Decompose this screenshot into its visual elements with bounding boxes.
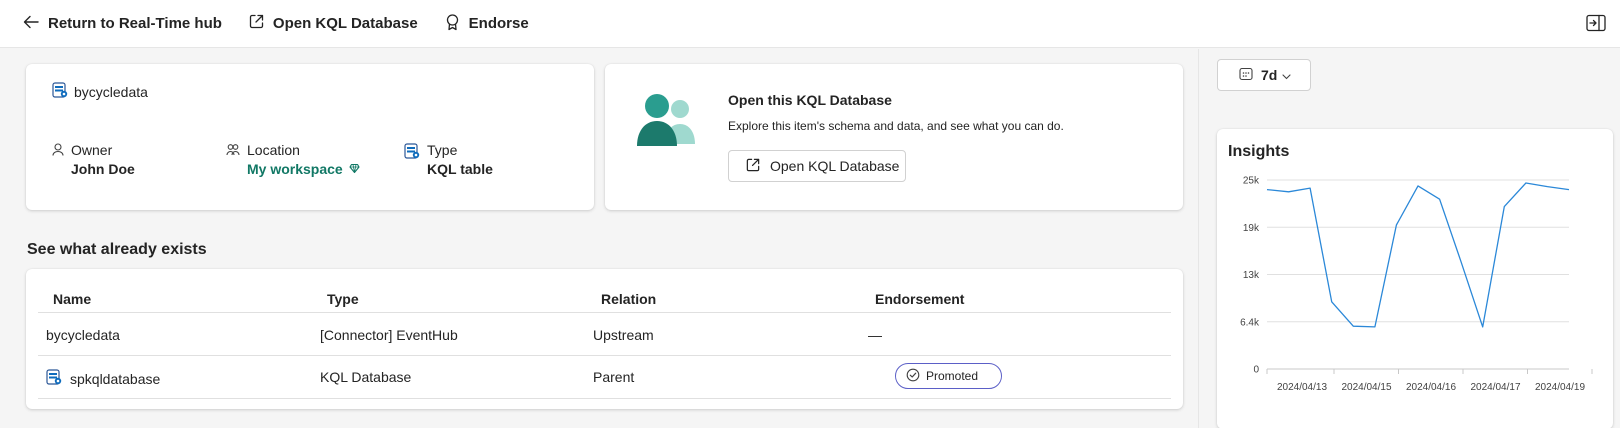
time-range-value: 7d <box>1261 67 1278 83</box>
owner-property: Owner John Doe <box>52 142 135 177</box>
promoted-badge: Promoted <box>895 363 1002 389</box>
row-divider <box>38 355 1171 356</box>
column-header-endorsement[interactable]: Endorsement <box>875 291 964 307</box>
location-link[interactable]: My workspace <box>247 161 360 177</box>
owner-value: John Doe <box>71 161 135 177</box>
row-relation: Upstream <box>593 327 654 343</box>
item-info-card: bycycledata Owner John Doe Location My w… <box>26 64 594 210</box>
x-tick-label: 2024/04/17 <box>1470 382 1520 393</box>
check-badge-icon <box>906 368 926 385</box>
open-kql-database-card-button[interactable]: Open KQL Database <box>728 150 906 182</box>
row-name-cell: spkqldatabase <box>46 369 160 388</box>
column-header-type[interactable]: Type <box>327 291 359 307</box>
existing-section-title: See what already exists <box>27 241 207 258</box>
insights-card: Insights 0 6.4k 13k 19k 25k 2024/04/13 2024/04… <box>1217 129 1613 428</box>
command-bar: Return to Real-Time hub Open KQL Databas… <box>0 0 1620 48</box>
open-kql-database-card-label: Open KQL Database <box>770 158 900 174</box>
row-endorsement: — <box>868 327 882 343</box>
promoted-label: Promoted <box>926 369 979 383</box>
open-database-card: Open this KQL Database Explore this item… <box>605 64 1183 210</box>
ribbon-icon <box>444 13 469 35</box>
row-type: KQL Database <box>320 369 412 385</box>
diamond-icon <box>349 161 360 177</box>
time-range-dropdown[interactable]: 7d <box>1217 59 1311 91</box>
insights-pane: 7d Insights 0 6.4k 13k 19k 25k 2024/04/13 2024… <box>1198 49 1620 428</box>
y-tick-label: 6.4k <box>1240 317 1260 328</box>
owner-label: Owner <box>71 142 113 158</box>
y-tick-label: 0 <box>1253 365 1259 376</box>
y-tick-label: 13k <box>1243 270 1260 281</box>
location-label: Location <box>247 142 300 158</box>
open-card-description: Explore this item's schema and data, and… <box>728 119 1064 133</box>
details-pane: bycycledata Owner John Doe Location My w… <box>0 49 1198 428</box>
people-illustration-icon <box>635 92 701 153</box>
series-line <box>1266 182 1570 328</box>
type-property: Type KQL table <box>404 142 493 177</box>
location-property: Location My workspace <box>226 142 360 177</box>
return-to-hub-label: Return to Real-Time hub <box>48 15 222 32</box>
y-tick-label: 25k <box>1243 176 1260 187</box>
x-tick-label: 2024/04/19 <box>1535 382 1585 393</box>
kql-table-icon <box>404 143 420 177</box>
x-tick-label: 2024/04/13 <box>1277 382 1327 393</box>
row-type: [Connector] EventHub <box>320 327 458 343</box>
chevron-down-icon <box>1282 67 1291 83</box>
insights-line-chart: 0 6.4k 13k 19k 25k 2024/04/13 2024/04/15 2024/0… <box>1240 176 1593 393</box>
y-tick-label: 19k <box>1243 223 1260 234</box>
endorse-label: Endorse <box>468 15 529 32</box>
item-title: bycycledata <box>52 82 148 101</box>
panel-collapse-icon <box>1586 14 1606 35</box>
row-relation: Parent <box>593 369 635 385</box>
return-to-hub-button[interactable]: Return to Real-Time hub <box>22 13 222 35</box>
open-kql-database-button[interactable]: Open KQL Database <box>248 13 418 34</box>
header-divider <box>38 312 1171 313</box>
item-name: bycycledata <box>74 83 148 100</box>
row-divider <box>38 398 1171 399</box>
type-value: KQL table <box>427 161 493 177</box>
column-header-relation[interactable]: Relation <box>601 291 656 307</box>
row-name: spkqldatabase <box>70 370 161 387</box>
person-icon <box>52 143 64 177</box>
open-external-icon <box>248 13 273 34</box>
open-kql-database-label: Open KQL Database <box>272 15 418 32</box>
workspace-icon <box>226 143 240 177</box>
kql-table-icon <box>52 82 74 101</box>
back-arrow-icon <box>22 13 48 35</box>
column-header-name[interactable]: Name <box>53 291 91 307</box>
open-external-icon <box>745 157 770 176</box>
endorse-button[interactable]: Endorse <box>444 13 529 35</box>
row-name: bycycledata <box>46 327 120 343</box>
location-value: My workspace <box>247 161 343 177</box>
type-label: Type <box>427 142 458 158</box>
existing-items-table: Name Type Relation Endorsement bycycleda… <box>26 269 1183 409</box>
x-tick-label: 2024/04/16 <box>1406 382 1456 393</box>
x-tick-label: 2024/04/15 <box>1341 382 1391 393</box>
calendar-icon <box>1239 67 1253 84</box>
collapse-pane-button[interactable] <box>1586 14 1606 35</box>
kql-database-icon <box>46 369 70 388</box>
open-card-title: Open this KQL Database <box>728 92 892 108</box>
